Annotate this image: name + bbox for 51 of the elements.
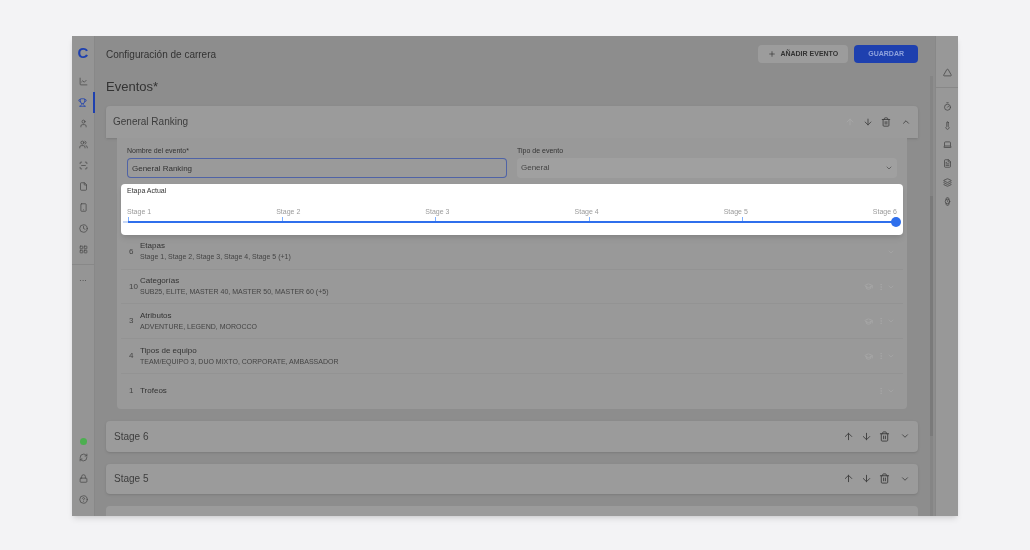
thermometer-icon[interactable]	[942, 121, 952, 130]
help-icon[interactable]	[78, 495, 88, 504]
delete-icon[interactable]	[881, 116, 891, 127]
event-header[interactable]: General Ranking	[106, 105, 918, 138]
group-title: Trofeos	[140, 385, 168, 398]
input-field[interactable]: General Ranking	[127, 158, 507, 179]
group-title: Etapas	[140, 240, 166, 253]
slider-thumb[interactable]	[891, 217, 901, 228]
logo[interactable]: C	[77, 42, 89, 65]
trophy-icon	[77, 97, 87, 107]
count-label: 3	[129, 315, 135, 328]
move-down-icon[interactable]	[861, 473, 872, 485]
sync-icon[interactable]	[78, 453, 88, 462]
move-up-icon[interactable]	[843, 473, 854, 485]
event-card[interactable]: Stage 5	[106, 463, 918, 495]
page-title: Configuración de carrera	[106, 47, 218, 62]
count-label: 10	[129, 280, 139, 293]
grid-icon	[78, 244, 88, 254]
count-label: 1	[129, 385, 135, 398]
count-label: 6	[129, 245, 135, 258]
select-field[interactable]: General	[517, 158, 897, 179]
move-down-icon[interactable]	[861, 430, 872, 442]
user-icon	[78, 118, 88, 128]
scan-icon	[78, 160, 88, 170]
event-title: Stage 6	[114, 429, 150, 444]
group-title: Categorías	[140, 275, 181, 288]
event-card[interactable]: Stage 6	[106, 420, 918, 452]
layers-icon[interactable]	[942, 178, 952, 187]
plus-icon	[768, 50, 777, 58]
clock-icon	[78, 223, 88, 233]
move-down-icon[interactable]	[863, 116, 873, 127]
count-label: 4	[129, 350, 135, 363]
group-title: Tipos de equipo	[140, 344, 198, 357]
move-up-icon[interactable]	[843, 430, 854, 442]
file-icon	[78, 181, 88, 191]
document-icon[interactable]	[942, 159, 952, 168]
delete-icon[interactable]	[879, 473, 890, 485]
lock-icon[interactable]	[78, 474, 88, 483]
section-heading: Eventos*	[106, 78, 159, 97]
laptop-icon[interactable]	[942, 140, 952, 149]
triangle-icon[interactable]	[942, 68, 952, 77]
event-title: General Ranking	[113, 115, 190, 130]
phone-icon	[78, 202, 88, 212]
users-icon	[78, 139, 88, 149]
delete-icon[interactable]	[879, 430, 890, 442]
group-title: Atributos	[140, 310, 173, 322]
timer-icon[interactable]	[942, 102, 952, 111]
more-label[interactable]: ···	[79, 274, 87, 287]
watch-icon[interactable]	[942, 197, 952, 206]
event-title: Stage 5	[114, 472, 150, 487]
chart-icon	[78, 76, 88, 86]
